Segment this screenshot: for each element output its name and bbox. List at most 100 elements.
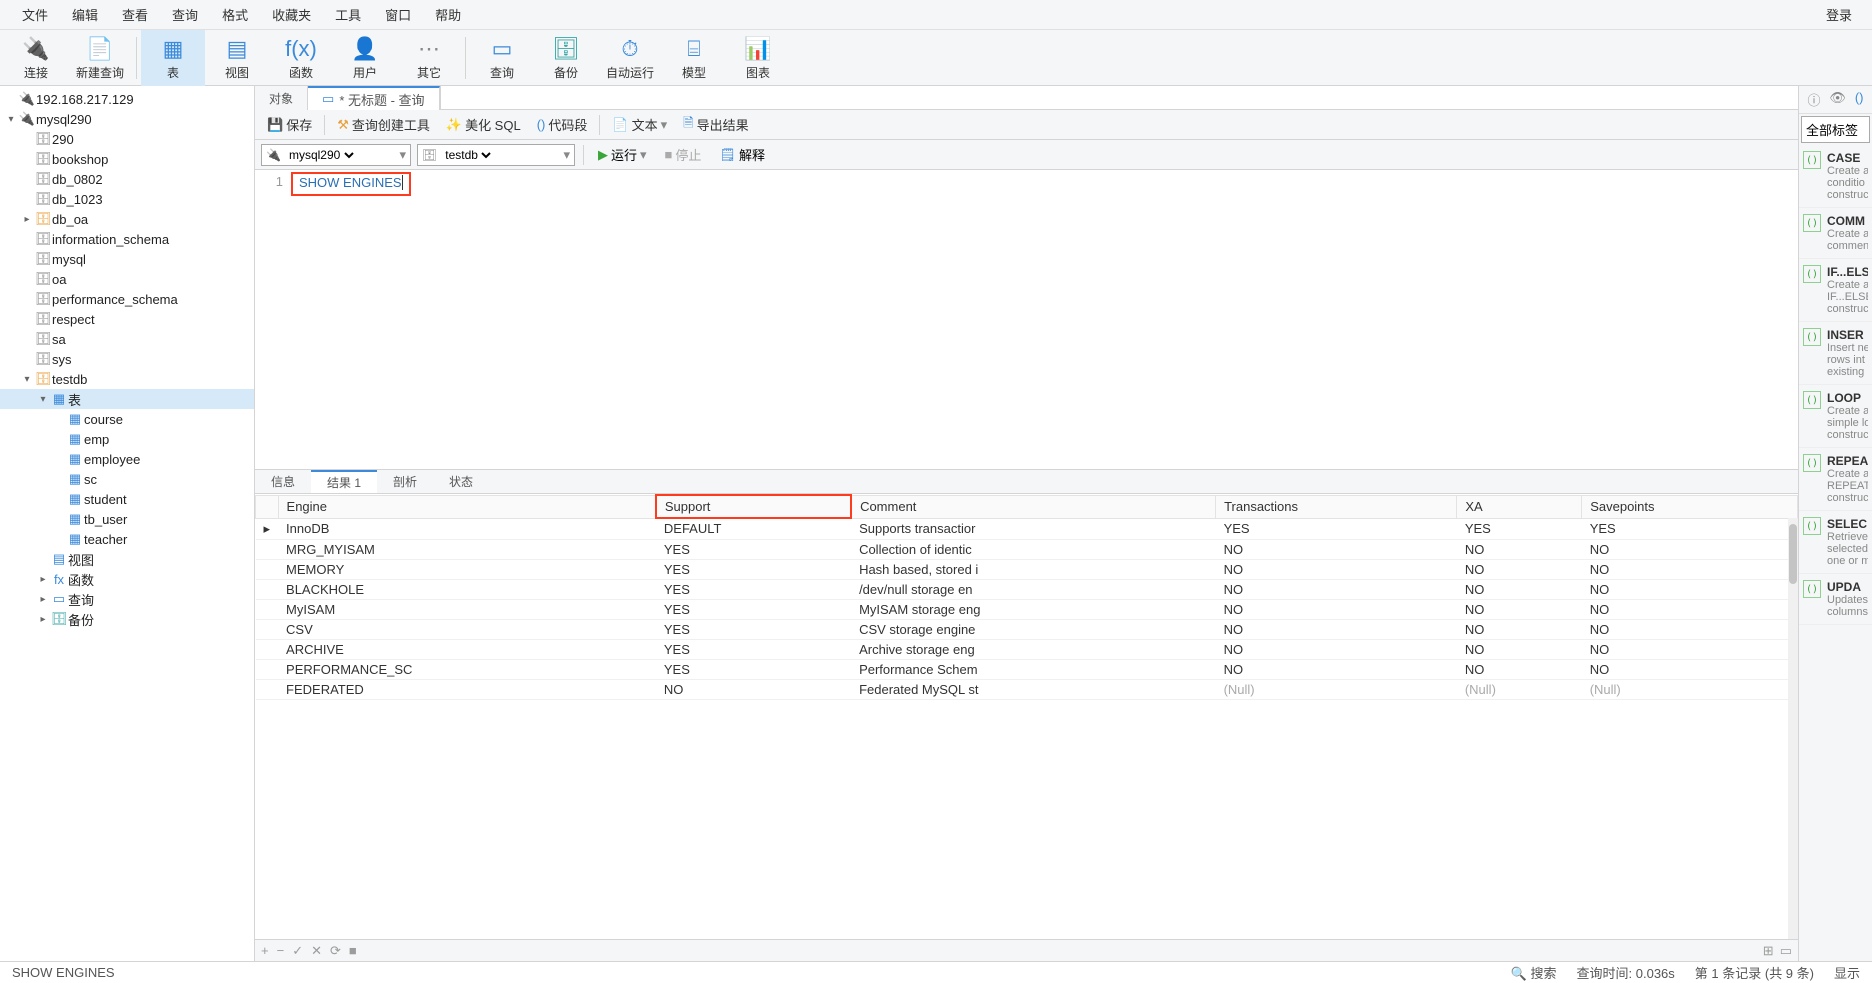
tree-item-sys[interactable]: 🗄sys	[0, 349, 254, 369]
cell[interactable]: NO	[1582, 559, 1798, 579]
menu-view[interactable]: 查看	[110, 5, 160, 24]
tree-item-employee[interactable]: ▦employee	[0, 449, 254, 469]
result-tab-info[interactable]: 信息	[255, 470, 311, 493]
cell[interactable]: NO	[656, 679, 851, 699]
toolbar-函数[interactable]: f(x)函数	[269, 30, 333, 86]
table-row[interactable]: ▸InnoDBDEFAULTSupports transactiorYESYES…	[256, 518, 1798, 539]
status-show[interactable]: 显示	[1834, 963, 1860, 982]
tree-item-备份[interactable]: ▸🗄备份	[0, 609, 254, 629]
status-search[interactable]: 🔍 搜索	[1511, 963, 1557, 982]
cell[interactable]: NO	[1582, 639, 1798, 659]
tags-filter[interactable]: 全部标签	[1801, 116, 1870, 143]
database-selector[interactable]: 🗄 testdb ▾	[417, 144, 575, 166]
connection-tree[interactable]: 🔌192.168.217.129▾🔌mysql290🗄290🗄bookshop🗄…	[0, 86, 255, 961]
menu-file[interactable]: 文件	[10, 5, 60, 24]
cell[interactable]: MyISAM storage eng	[851, 599, 1216, 619]
table-row[interactable]: MyISAMYESMyISAM storage engNONONO	[256, 599, 1798, 619]
tree-item-performance_schema[interactable]: 🗄performance_schema	[0, 289, 254, 309]
cell[interactable]: NO	[1457, 539, 1582, 559]
cell[interactable]: MRG_MYISAM	[278, 539, 656, 559]
text-button[interactable]: 📄文本▾	[606, 113, 673, 137]
tree-item-sc[interactable]: ▦sc	[0, 469, 254, 489]
tree-item-192.168.217.129[interactable]: 🔌192.168.217.129	[0, 89, 254, 109]
tree-item-db_1023[interactable]: 🗄db_1023	[0, 189, 254, 209]
row-marker[interactable]	[256, 559, 279, 579]
info-icon[interactable]: ⓘ	[1807, 90, 1820, 109]
cell[interactable]: YES	[656, 559, 851, 579]
beautify-sql-button[interactable]: ✨美化 SQL	[440, 113, 527, 137]
cell[interactable]: NO	[1582, 659, 1798, 679]
toolbar-连接[interactable]: 🔌连接	[4, 30, 68, 86]
row-marker[interactable]	[256, 639, 279, 659]
cell[interactable]: MyISAM	[278, 599, 656, 619]
tree-item-information_schema[interactable]: 🗄information_schema	[0, 229, 254, 249]
cell[interactable]: YES	[1582, 518, 1798, 539]
database-select[interactable]: testdb	[441, 147, 494, 163]
stop-load-button[interactable]: ■	[349, 943, 357, 958]
cell[interactable]: NO	[1216, 559, 1457, 579]
cell[interactable]: NO	[1582, 539, 1798, 559]
row-marker[interactable]	[256, 659, 279, 679]
cell[interactable]: NO	[1216, 639, 1457, 659]
tree-item-db_0802[interactable]: 🗄db_0802	[0, 169, 254, 189]
snippet-case[interactable]: ()CASECreate aconditioconstruc	[1799, 145, 1872, 208]
cell[interactable]: CSV storage engine	[851, 619, 1216, 639]
explain-button[interactable]: 🗒解释	[713, 143, 771, 167]
toolbar-自动运行[interactable]: ⏱自动运行	[598, 30, 662, 86]
cell[interactable]: NO	[1582, 619, 1798, 639]
cell[interactable]: ARCHIVE	[278, 639, 656, 659]
toolbar-图表[interactable]: 📊图表	[726, 30, 790, 86]
sql-editor[interactable]: 1 SHOW ENGINES	[255, 170, 1798, 470]
tree-item-respect[interactable]: 🗄respect	[0, 309, 254, 329]
tab-query-untitled[interactable]: ▭ * 无标题 - 查询	[308, 86, 440, 110]
result-tab-status[interactable]: 状态	[433, 470, 489, 493]
menu-query[interactable]: 查询	[160, 5, 210, 24]
cell[interactable]: NO	[1457, 659, 1582, 679]
row-marker[interactable]	[256, 579, 279, 599]
cell[interactable]: YES	[656, 659, 851, 679]
tree-item-bookshop[interactable]: 🗄bookshop	[0, 149, 254, 169]
cell[interactable]: BLACKHOLE	[278, 579, 656, 599]
result-scrollbar[interactable]	[1788, 518, 1798, 939]
column-header-savepoints[interactable]: Savepoints	[1582, 495, 1798, 518]
cell[interactable]: YES	[656, 539, 851, 559]
toolbar-新建查询[interactable]: 📄新建查询	[68, 30, 132, 86]
cell[interactable]: YES	[656, 639, 851, 659]
cell[interactable]: Hash based, stored i	[851, 559, 1216, 579]
menu-help[interactable]: 帮助	[423, 5, 473, 24]
column-header-xa[interactable]: XA	[1457, 495, 1582, 518]
table-row[interactable]: BLACKHOLEYES/dev/null storage enNONONO	[256, 579, 1798, 599]
table-row[interactable]: PERFORMANCE_SCYESPerformance SchemNONONO	[256, 659, 1798, 679]
column-header-engine[interactable]: Engine	[278, 495, 656, 518]
tree-item-290[interactable]: 🗄290	[0, 129, 254, 149]
connection-select[interactable]: mysql290	[285, 147, 357, 163]
editor-code[interactable]: SHOW ENGINES	[291, 170, 1798, 469]
row-marker[interactable]	[256, 539, 279, 559]
scrollbar-thumb[interactable]	[1789, 524, 1797, 584]
cancel-button[interactable]: ✕	[311, 943, 322, 959]
cell[interactable]: Federated MySQL st	[851, 679, 1216, 699]
tree-toggle-icon[interactable]: ▸	[36, 574, 50, 585]
toolbar-查询[interactable]: ▭查询	[470, 30, 534, 86]
cell[interactable]: Supports transactior	[851, 518, 1216, 539]
column-header-comment[interactable]: Comment	[851, 495, 1216, 518]
cell[interactable]: NO	[1582, 579, 1798, 599]
grid-view-icon[interactable]: ⊞	[1763, 943, 1774, 959]
tree-item-视图[interactable]: ▤视图	[0, 549, 254, 569]
tree-item-emp[interactable]: ▦emp	[0, 429, 254, 449]
tree-item-表[interactable]: ▾▦表	[0, 389, 254, 409]
cell[interactable]: PERFORMANCE_SC	[278, 659, 656, 679]
cell[interactable]: Collection of identic	[851, 539, 1216, 559]
save-button[interactable]: 💾保存	[261, 113, 318, 137]
cell[interactable]: YES	[1457, 518, 1582, 539]
toolbar-模型[interactable]: ⌸模型	[662, 30, 726, 86]
cell[interactable]: /dev/null storage en	[851, 579, 1216, 599]
cell[interactable]: (Null)	[1457, 679, 1582, 699]
eye-icon[interactable]: 👁	[1829, 90, 1846, 109]
cell[interactable]: NO	[1457, 619, 1582, 639]
snippet-upda[interactable]: ()UPDAUpdatescolumns	[1799, 574, 1872, 625]
cell[interactable]: NO	[1216, 539, 1457, 559]
cell[interactable]: Archive storage eng	[851, 639, 1216, 659]
toolbar-其它[interactable]: ⋯其它	[397, 30, 461, 86]
menu-tools[interactable]: 工具	[323, 5, 373, 24]
